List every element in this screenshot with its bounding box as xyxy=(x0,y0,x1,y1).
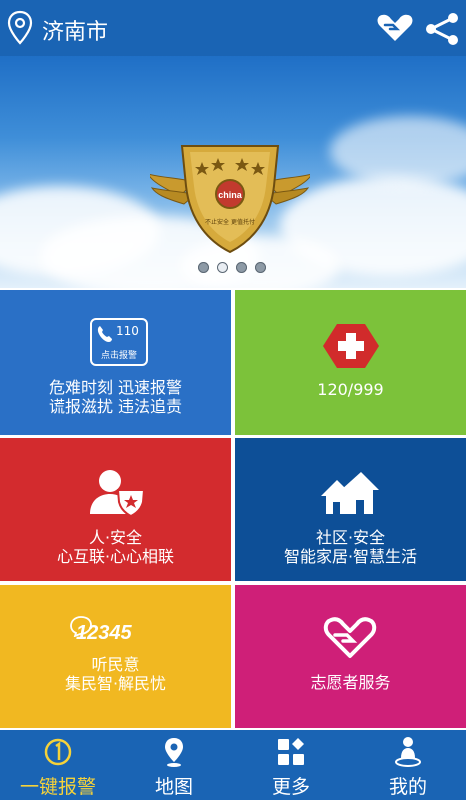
nav-map[interactable]: 地图 xyxy=(116,730,232,800)
bottom-navigation: 一键报警 地图 更多 我的 xyxy=(0,730,466,800)
map-pin-icon xyxy=(165,738,183,767)
tile-people-line2: 心互联·心心相联 xyxy=(56,547,175,566)
tile-hotline-12345[interactable]: 12345 听民意 集民智·解民忧 xyxy=(0,585,231,728)
tile-volunteer-line1: 志愿者服务 xyxy=(310,673,391,692)
grid-more-icon xyxy=(278,738,304,765)
badge-motto: 不止安全 更值托付 xyxy=(205,218,255,226)
tile-alarm-line2: 谎报滋扰 违法追责 xyxy=(48,397,183,416)
person-shield-icon xyxy=(90,470,146,518)
tile-people-safety[interactable]: 人·安全 心互联·心心相联 xyxy=(0,438,231,581)
badge-emblem-text: china xyxy=(218,190,243,200)
houses-icon xyxy=(321,472,379,514)
heart-hand-icon xyxy=(323,617,377,658)
tile-community-safety[interactable]: 社区·安全 智能家居·智慧生活 xyxy=(235,438,466,581)
nav-one-key-alarm[interactable]: 一键报警 xyxy=(0,730,116,800)
nav-mine[interactable]: 我的 xyxy=(350,730,466,800)
tile-hotline-line1: 听民意 xyxy=(91,655,140,674)
nav-label: 地图 xyxy=(154,776,193,798)
call-110-icon: 110 点击报警 xyxy=(90,318,148,366)
carousel-dot[interactable] xyxy=(255,262,266,273)
nav-label: 我的 xyxy=(388,776,427,798)
heart-hand-icon[interactable] xyxy=(376,12,414,44)
nav-label: 一键报警 xyxy=(19,776,96,798)
tile-emergency-120[interactable]: 120/999 xyxy=(235,290,466,435)
tile-volunteer-service[interactable]: 志愿者服务 xyxy=(235,585,466,728)
share-icon[interactable] xyxy=(424,12,460,46)
location-pin-icon[interactable] xyxy=(6,10,34,46)
one-key-alarm-icon xyxy=(44,738,72,766)
nav-label: 更多 xyxy=(271,776,310,798)
carousel-dot-active[interactable] xyxy=(217,262,228,273)
tile-emergency-line1: 120/999 xyxy=(317,380,384,399)
tile-community-line2: 智能家居·智慧生活 xyxy=(283,547,418,566)
tile-alarm-line1: 危难时刻 迅速报警 xyxy=(48,378,183,397)
tile-one-key-alarm[interactable]: 110 点击报警 危难时刻 迅速报警 谎报滋扰 违法追责 xyxy=(0,290,231,435)
medical-cross-icon xyxy=(323,324,379,368)
carousel-dots xyxy=(198,262,266,274)
top-bar: 济南市 xyxy=(0,0,466,56)
city-name[interactable]: 济南市 xyxy=(42,14,108,46)
banner-carousel[interactable]: china 不止安全 更值托付 xyxy=(0,56,466,288)
hotline-number: 12345 xyxy=(76,622,132,644)
tile-community-line1: 社区·安全 xyxy=(315,528,386,547)
nav-more[interactable]: 更多 xyxy=(233,730,349,800)
carousel-dot[interactable] xyxy=(198,262,209,273)
carousel-dot[interactable] xyxy=(236,262,247,273)
person-icon xyxy=(395,737,421,767)
tile-hotline-line2: 集民智·解民忧 xyxy=(64,674,167,693)
tile-people-line1: 人·安全 xyxy=(88,528,143,547)
